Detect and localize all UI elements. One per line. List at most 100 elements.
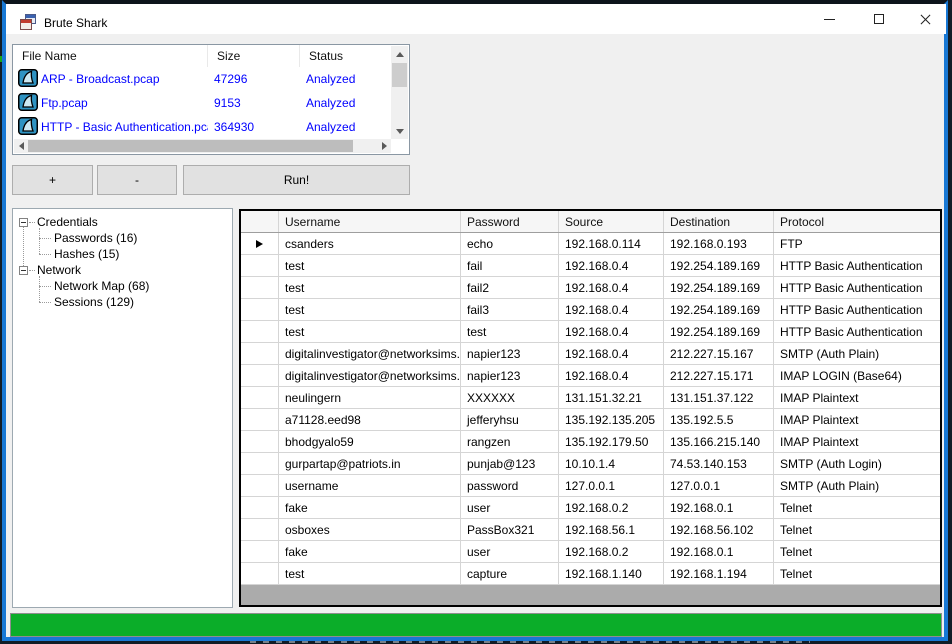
table-row[interactable]: a71128.eed98jefferyhsu135.192.135.205135… bbox=[241, 409, 940, 431]
column-header-username[interactable]: Username bbox=[279, 211, 461, 232]
grid-cell[interactable]: 192.254.189.169 bbox=[664, 299, 774, 320]
maximize-button[interactable] bbox=[862, 4, 896, 34]
table-row[interactable]: testcapture192.168.1.140192.168.1.194Tel… bbox=[241, 563, 940, 585]
row-selector-cell[interactable] bbox=[241, 255, 279, 276]
table-row[interactable]: usernamepassword127.0.0.1127.0.0.1SMTP (… bbox=[241, 475, 940, 497]
file-list-vertical-scrollbar[interactable] bbox=[391, 46, 408, 139]
row-selector-cell[interactable] bbox=[241, 475, 279, 496]
grid-cell[interactable]: IMAP Plaintext bbox=[774, 387, 940, 408]
grid-cell[interactable]: 192.254.189.169 bbox=[664, 255, 774, 276]
chevron-left-icon[interactable] bbox=[14, 139, 28, 153]
grid-cell[interactable]: IMAP LOGIN (Base64) bbox=[774, 365, 940, 386]
grid-cell[interactable]: HTTP Basic Authentication bbox=[774, 255, 940, 276]
grid-cell[interactable]: gurpartap@patriots.in bbox=[279, 453, 461, 474]
table-row[interactable]: testfail3192.168.0.4192.254.189.169HTTP … bbox=[241, 299, 940, 321]
grid-cell[interactable]: 127.0.0.1 bbox=[664, 475, 774, 496]
grid-cell[interactable]: csanders bbox=[279, 233, 461, 254]
row-selector-cell[interactable] bbox=[241, 431, 279, 452]
grid-cell[interactable]: neulingern bbox=[279, 387, 461, 408]
grid-cell[interactable]: 192.168.0.4 bbox=[559, 343, 664, 364]
table-row[interactable]: digitalinvestigator@networksims.comnapie… bbox=[241, 343, 940, 365]
grid-cell[interactable]: user bbox=[461, 497, 559, 518]
horizontal-scrollbar-thumb[interactable] bbox=[28, 140, 353, 152]
grid-cell[interactable]: 192.168.1.194 bbox=[664, 563, 774, 584]
file-row[interactable]: Ftp.pcap9153Analyzed bbox=[13, 91, 409, 115]
grid-cell[interactable]: 192.168.0.2 bbox=[559, 497, 664, 518]
grid-cell[interactable]: 192.168.56.102 bbox=[664, 519, 774, 540]
tree-leaf-passwords[interactable]: Passwords (16) bbox=[39, 230, 232, 246]
grid-cell[interactable]: digitalinvestigator@networksims.com bbox=[279, 365, 461, 386]
grid-cell[interactable]: 192.168.0.4 bbox=[559, 299, 664, 320]
grid-cell[interactable]: 10.10.1.4 bbox=[559, 453, 664, 474]
grid-cell[interactable]: user bbox=[461, 541, 559, 562]
file-row[interactable]: HTTP - Basic Authentication.pcap364930An… bbox=[13, 115, 409, 139]
grid-cell[interactable]: 192.168.0.4 bbox=[559, 255, 664, 276]
table-row[interactable]: bhodgyalo59rangzen135.192.179.50135.166.… bbox=[241, 431, 940, 453]
grid-cell[interactable]: IMAP Plaintext bbox=[774, 431, 940, 452]
grid-cell[interactable]: 131.151.37.122 bbox=[664, 387, 774, 408]
row-selector-cell[interactable] bbox=[241, 453, 279, 474]
row-selector-cell[interactable] bbox=[241, 299, 279, 320]
column-header-source[interactable]: Source bbox=[559, 211, 664, 232]
minimize-button[interactable] bbox=[812, 4, 846, 34]
grid-cell[interactable]: fail3 bbox=[461, 299, 559, 320]
grid-cell[interactable]: 192.168.0.2 bbox=[559, 541, 664, 562]
grid-cell[interactable]: fake bbox=[279, 497, 461, 518]
row-selector-cell[interactable] bbox=[241, 563, 279, 584]
grid-cell[interactable]: 127.0.0.1 bbox=[559, 475, 664, 496]
grid-cell[interactable]: test bbox=[461, 321, 559, 342]
run-button[interactable]: Run! bbox=[183, 165, 410, 195]
grid-cell[interactable]: digitalinvestigator@networksims.com bbox=[279, 343, 461, 364]
grid-cell[interactable]: 192.254.189.169 bbox=[664, 277, 774, 298]
grid-cell[interactable]: napier123 bbox=[461, 365, 559, 386]
row-selector-cell[interactable] bbox=[241, 387, 279, 408]
grid-cell[interactable]: 135.166.215.140 bbox=[664, 431, 774, 452]
column-header-destination[interactable]: Destination bbox=[664, 211, 774, 232]
row-selector-cell[interactable] bbox=[241, 519, 279, 540]
tree-leaf-hashes[interactable]: Hashes (15) bbox=[39, 246, 232, 262]
grid-cell[interactable]: password bbox=[461, 475, 559, 496]
chevron-right-icon[interactable] bbox=[377, 139, 391, 153]
grid-cell[interactable]: username bbox=[279, 475, 461, 496]
grid-cell[interactable]: 131.151.32.21 bbox=[559, 387, 664, 408]
grid-cell[interactable]: 212.227.15.171 bbox=[664, 365, 774, 386]
grid-cell[interactable]: 192.168.0.114 bbox=[559, 233, 664, 254]
grid-cell[interactable]: Telnet bbox=[774, 497, 940, 518]
grid-cell[interactable]: punjab@123 bbox=[461, 453, 559, 474]
row-selector-cell[interactable] bbox=[241, 365, 279, 386]
grid-cell[interactable]: 135.192.135.205 bbox=[559, 409, 664, 430]
column-header-size[interactable]: Size bbox=[208, 45, 300, 67]
grid-cell[interactable]: SMTP (Auth Plain) bbox=[774, 475, 940, 496]
grid-cell[interactable]: test bbox=[279, 321, 461, 342]
table-row[interactable]: fakeuser192.168.0.2192.168.0.1Telnet bbox=[241, 497, 940, 519]
grid-cell[interactable]: napier123 bbox=[461, 343, 559, 364]
file-list-horizontal-scrollbar[interactable] bbox=[14, 139, 391, 153]
grid-cell[interactable]: 212.227.15.167 bbox=[664, 343, 774, 364]
grid-cell[interactable]: 74.53.140.153 bbox=[664, 453, 774, 474]
table-row[interactable]: testtest192.168.0.4192.254.189.169HTTP B… bbox=[241, 321, 940, 343]
grid-cell[interactable]: PassBox321 bbox=[461, 519, 559, 540]
remove-file-button[interactable]: - bbox=[97, 165, 177, 195]
grid-cell[interactable]: Telnet bbox=[774, 519, 940, 540]
column-header-password[interactable]: Password bbox=[461, 211, 559, 232]
grid-cell[interactable]: HTTP Basic Authentication bbox=[774, 277, 940, 298]
table-row[interactable]: digitalinvestigator@networksims.comnapie… bbox=[241, 365, 940, 387]
table-row[interactable]: testfail2192.168.0.4192.254.189.169HTTP … bbox=[241, 277, 940, 299]
column-header-protocol[interactable]: Protocol bbox=[774, 211, 940, 232]
grid-cell[interactable]: test bbox=[279, 255, 461, 276]
tree-leaf-network[interactable]: Network Map (68) bbox=[39, 278, 232, 294]
collapse-minus-icon[interactable] bbox=[19, 266, 28, 275]
row-selector-cell[interactable] bbox=[241, 277, 279, 298]
chevron-up-icon[interactable] bbox=[391, 46, 408, 62]
grid-cell[interactable]: echo bbox=[461, 233, 559, 254]
table-row[interactable]: gurpartap@patriots.inpunjab@12310.10.1.4… bbox=[241, 453, 940, 475]
column-header-file-name[interactable]: File Name bbox=[13, 45, 208, 67]
collapse-minus-icon[interactable] bbox=[19, 218, 28, 227]
grid-cell[interactable]: 192.168.0.4 bbox=[559, 277, 664, 298]
row-selector-cell[interactable] bbox=[241, 541, 279, 562]
grid-cell[interactable]: fail bbox=[461, 255, 559, 276]
grid-cell[interactable]: 192.168.0.193 bbox=[664, 233, 774, 254]
grid-cell[interactable]: 135.192.5.5 bbox=[664, 409, 774, 430]
grid-cell[interactable]: osboxes bbox=[279, 519, 461, 540]
grid-cell[interactable]: test bbox=[279, 277, 461, 298]
